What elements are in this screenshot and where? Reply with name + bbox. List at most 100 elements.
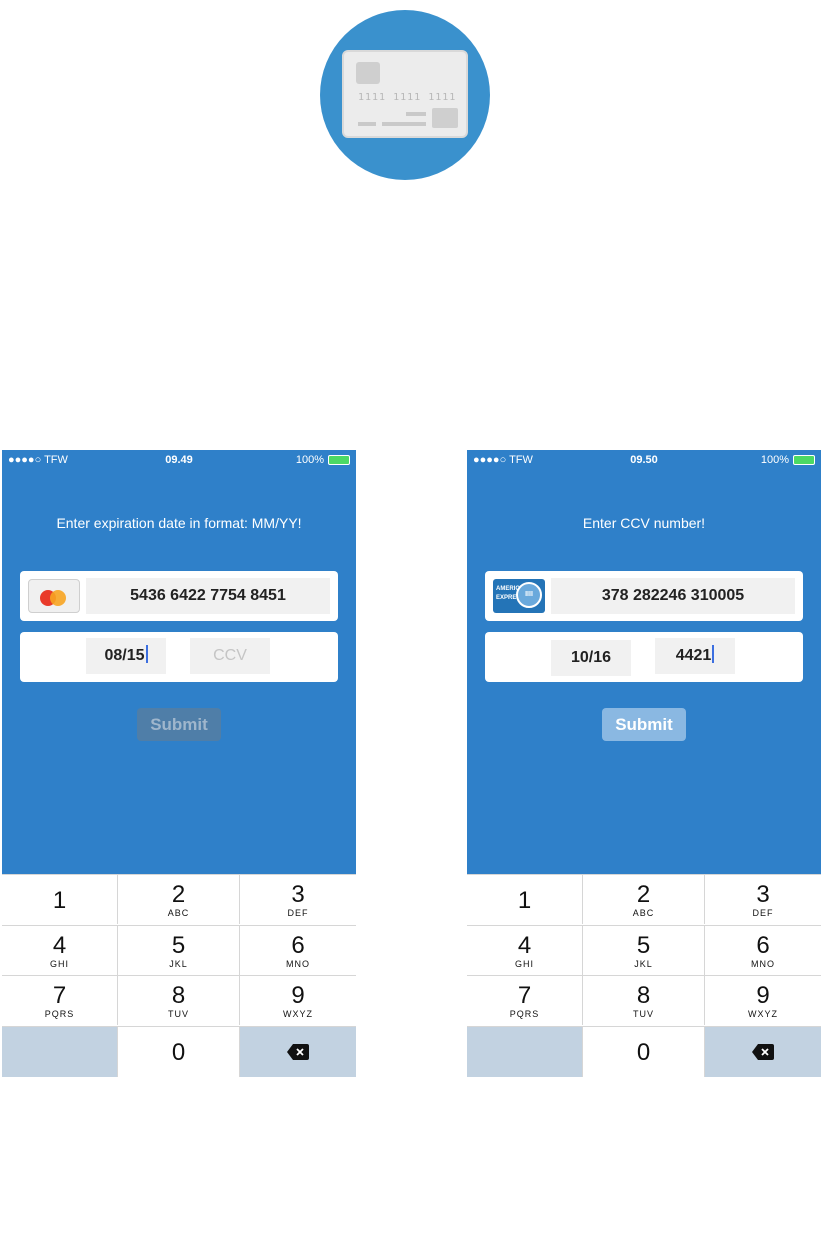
- battery-percent: 100%: [295, 454, 324, 466]
- key-number: 2: [171, 881, 186, 908]
- key-1[interactable]: 1: [467, 874, 583, 924]
- key-number: 3: [291, 881, 305, 908]
- amex-icon: AMERICAN EXPRESS IIII: [493, 579, 545, 613]
- key-letters: TUV: [168, 1009, 189, 1019]
- key-8[interactable]: 8 TUV: [583, 975, 705, 1025]
- key-letters: MNO: [286, 959, 310, 969]
- key-8[interactable]: 8 TUV: [118, 975, 240, 1025]
- key-letters: WXYZ: [283, 1009, 313, 1019]
- expiration-ccv-row: 10/16 4421: [485, 632, 803, 682]
- instruction-text: Enter CCV number!: [582, 515, 706, 531]
- submit-button[interactable]: Submit: [137, 708, 221, 741]
- card-digits: 1111 1111 1111: [358, 92, 457, 103]
- ccv-value: 4421: [675, 647, 712, 664]
- key-number: 1: [517, 887, 532, 914]
- key-5[interactable]: 5 JKL: [118, 925, 240, 975]
- key-number: 7: [52, 982, 67, 1009]
- submit-button[interactable]: Submit: [602, 708, 686, 741]
- key-letters: MNO: [751, 959, 775, 969]
- card-line: [358, 122, 376, 126]
- key-number: 4: [52, 932, 67, 959]
- delete-key[interactable]: [240, 1026, 356, 1077]
- card-number-field[interactable]: 5436 6422 7754 8451: [86, 578, 330, 614]
- key-letters: PQRS: [44, 1009, 75, 1019]
- key-number: 9: [291, 982, 305, 1009]
- key-9[interactable]: 9 WXYZ: [705, 975, 821, 1025]
- key-number: 8: [636, 982, 651, 1009]
- expiration-field[interactable]: 10/16: [551, 640, 631, 676]
- card-number-field[interactable]: 378 282246 310005: [551, 578, 795, 614]
- expiration-ccv-row: 08/15 CCV: [20, 632, 338, 682]
- credit-card-icon: 1111 1111 1111: [342, 50, 468, 138]
- ccv-field[interactable]: CCV: [190, 638, 270, 674]
- battery-icon: [793, 455, 815, 465]
- key-letters: JKL: [169, 959, 188, 969]
- backspace-icon: [752, 1044, 774, 1060]
- key-number: 5: [171, 932, 186, 959]
- expiration-value: 08/15: [104, 647, 145, 664]
- key-letters: GHI: [49, 959, 69, 969]
- footer-tagline: Simple and intuitive form: [246, 1190, 576, 1223]
- status-right: 100%: [761, 454, 815, 466]
- backspace-icon: [287, 1044, 309, 1060]
- mastercard-orange-circle: [50, 590, 66, 606]
- key-0[interactable]: 0: [118, 1026, 240, 1077]
- key-0[interactable]: 0: [583, 1026, 705, 1077]
- status-bar: ●●●●○ TFW 09.50 100%: [467, 450, 821, 470]
- delete-key[interactable]: [705, 1026, 821, 1077]
- key-number: 5: [636, 932, 651, 959]
- key-6[interactable]: 6 MNO: [240, 925, 356, 975]
- text-caret: [145, 645, 148, 663]
- key-number: 2: [636, 881, 651, 908]
- card-line: [382, 122, 426, 126]
- key-number: 3: [756, 881, 770, 908]
- mastercard-icon: [28, 579, 80, 613]
- status-bar: ●●●●○ TFW 09.49 100%: [2, 450, 356, 470]
- ccv-field[interactable]: 4421: [655, 638, 735, 674]
- key-3[interactable]: 3 DEF: [240, 874, 356, 924]
- card-number-row: 5436 6422 7754 8451: [20, 571, 338, 621]
- numeric-keypad: 1 2 ABC 3 DEF 4 GHI 5 JKL 6 MNO 7 PQRS 8 TUV 9W…: [2, 874, 356, 1077]
- key-4[interactable]: 4 GHI: [467, 925, 583, 975]
- battery-percent: 100%: [760, 454, 789, 466]
- key-number: 6: [291, 932, 305, 959]
- key-4[interactable]: 4 GHI: [2, 925, 118, 975]
- battery-icon: [328, 455, 350, 465]
- key-number: 7: [517, 982, 532, 1009]
- key-letters: TUV: [633, 1009, 654, 1019]
- phone-screen-expiration: ●●●●○ TFW 09.49 100% Enter expiration da…: [2, 450, 356, 1077]
- key-letters: DEF: [287, 908, 309, 918]
- key-2[interactable]: 2 ABC: [583, 874, 705, 924]
- text-caret: [712, 645, 715, 663]
- key-letters: ABC: [632, 908, 655, 918]
- key-3[interactable]: 3 DEF: [705, 874, 821, 924]
- numeric-keypad: 1 2 ABC 3 DEF 4 GHI 5 JKL 6 MNO 7 PQRS 8 TUV 9W…: [467, 874, 821, 1077]
- key-blank: [2, 1026, 118, 1077]
- key-number: 0: [636, 1039, 651, 1066]
- headline-title: Credit card: [327, 240, 495, 278]
- key-number: 8: [171, 982, 186, 1009]
- instruction-text: Enter expiration date in format: MM/YY!: [56, 515, 302, 531]
- key-number: 4: [517, 932, 532, 959]
- headline-subtitle: Expiration date and CCV number: [161, 300, 661, 338]
- key-letters: JKL: [634, 959, 653, 969]
- key-1[interactable]: 1: [2, 874, 118, 924]
- card-number-row: AMERICAN EXPRESS IIII 378 282246 310005: [485, 571, 803, 621]
- key-number: 6: [756, 932, 770, 959]
- key-letters: GHI: [514, 959, 534, 969]
- expiration-field[interactable]: 08/15: [86, 638, 166, 674]
- key-2[interactable]: 2 ABC: [118, 874, 240, 924]
- amex-text: AMERICAN EXPRESS: [496, 586, 529, 601]
- key-5[interactable]: 5 JKL: [583, 925, 705, 975]
- phone-screen-ccv: ●●●●○ TFW 09.50 100% Enter CCV number! A…: [467, 450, 821, 1077]
- credit-card-badge: 1111 1111 1111: [320, 10, 490, 180]
- key-7[interactable]: 7 PQRS: [2, 975, 118, 1025]
- key-number: 9: [756, 982, 770, 1009]
- status-right: 100%: [296, 454, 350, 466]
- key-letters: DEF: [752, 908, 774, 918]
- amex-ring: IIII: [516, 582, 542, 608]
- key-7[interactable]: 7 PQRS: [467, 975, 583, 1025]
- key-number: 0: [171, 1039, 186, 1066]
- key-6[interactable]: 6 MNO: [705, 925, 821, 975]
- key-9[interactable]: 9 WXYZ: [240, 975, 356, 1025]
